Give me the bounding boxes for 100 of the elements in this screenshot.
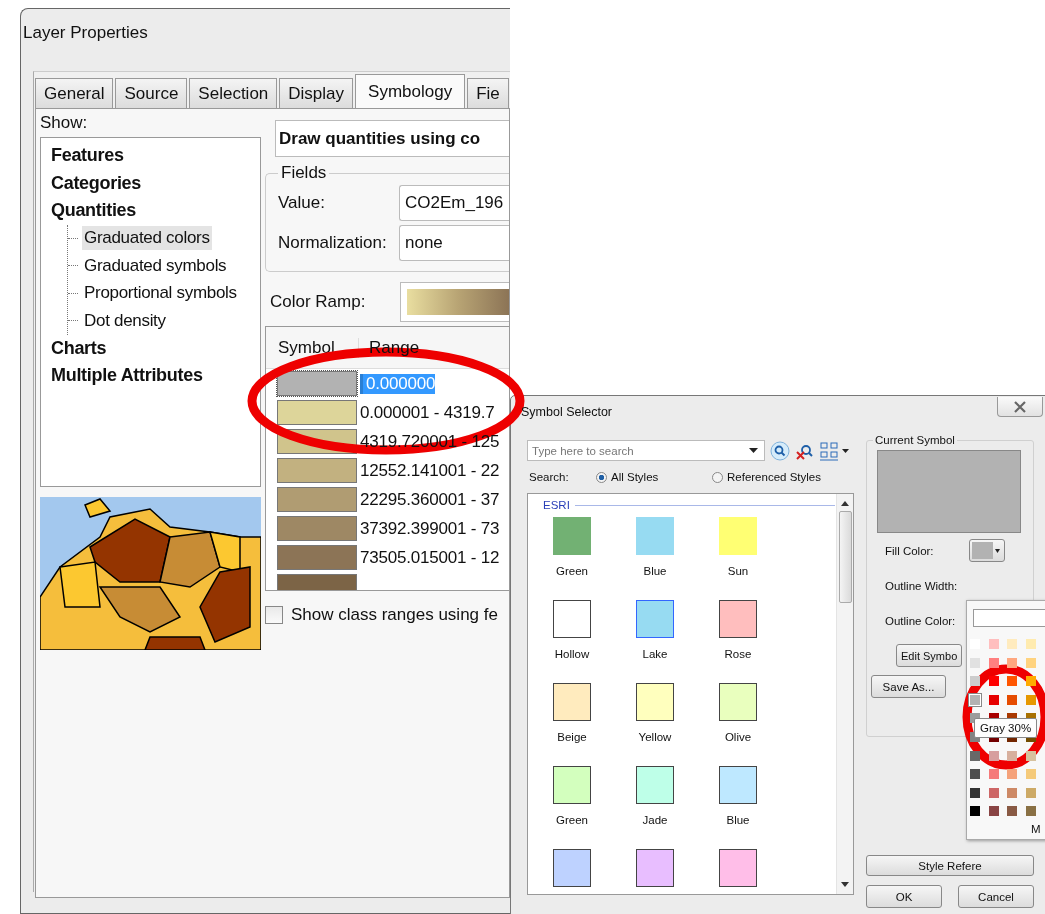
color-swatch[interactable]	[1023, 692, 1038, 707]
value-field[interactable]: CO2Em_196	[399, 185, 509, 221]
range-cell[interactable]: 22295.360001 - 37	[360, 489, 500, 510]
color-swatch[interactable]	[986, 637, 1001, 651]
color-swatch[interactable]	[1023, 674, 1038, 689]
color-swatch[interactable]	[1005, 804, 1020, 819]
tab[interactable]: Symbology	[355, 74, 466, 108]
color-swatch[interactable]	[968, 804, 982, 819]
fill-color-button[interactable]	[969, 539, 1005, 562]
symbol-swatch[interactable]	[636, 849, 674, 887]
symbol-swatch[interactable]	[636, 766, 674, 804]
symbol-swatch[interactable]	[636, 600, 674, 638]
color-swatch[interactable]	[986, 674, 1001, 689]
symbol-swatch[interactable]	[719, 766, 757, 804]
symbol-swatch[interactable]	[277, 371, 357, 396]
renderer-category[interactable]: Features	[51, 142, 124, 170]
search-field[interactable]: Type here to search	[527, 440, 765, 461]
color-swatch[interactable]	[1005, 785, 1020, 800]
symbol-swatch[interactable]	[277, 458, 357, 483]
symbol-swatch[interactable]	[719, 849, 757, 887]
color-swatch[interactable]	[968, 655, 982, 670]
tab[interactable]: Selection	[189, 78, 278, 108]
scroll-down-icon[interactable]	[841, 882, 849, 887]
range-cell[interactable]: 73505.015001 - 12	[360, 547, 500, 568]
color-swatch[interactable]	[1023, 637, 1038, 651]
tab[interactable]: General	[35, 78, 114, 108]
close-button[interactable]	[997, 397, 1043, 417]
symbol-swatch[interactable]	[277, 516, 357, 541]
search-icon[interactable]	[770, 440, 790, 461]
ok-button[interactable]: OK	[866, 885, 942, 908]
range-cell[interactable]: 12552.141001 - 22	[360, 460, 500, 481]
scrollbar[interactable]	[836, 494, 853, 894]
symbol-name: Yellow	[637, 731, 673, 743]
color-swatch[interactable]	[1023, 655, 1038, 670]
color-swatch[interactable]	[968, 748, 982, 763]
color-swatch[interactable]	[1005, 655, 1020, 670]
color-name-field[interactable]	[973, 609, 1045, 627]
renderer-category[interactable]: Quantities	[51, 197, 136, 225]
color-swatch[interactable]	[968, 692, 982, 707]
renderer-type[interactable]: Graduated symbols	[82, 253, 229, 278]
color-swatch[interactable]	[1023, 767, 1038, 782]
renderer-category[interactable]: Multiple Attributes	[51, 362, 203, 390]
radio-button[interactable]	[712, 471, 723, 483]
color-swatch[interactable]	[1005, 637, 1020, 651]
range-cell[interactable]: 37392.399001 - 73	[360, 518, 500, 539]
symbol-swatch[interactable]	[719, 600, 757, 638]
color-swatch[interactable]	[1005, 674, 1020, 689]
symbol-swatch[interactable]	[553, 517, 591, 555]
cancel-button[interactable]: Cancel	[958, 885, 1034, 908]
tab[interactable]: Display	[279, 78, 354, 108]
color-swatch[interactable]	[986, 767, 1001, 782]
color-swatch[interactable]	[1023, 748, 1038, 763]
symbol-swatch[interactable]	[553, 683, 591, 721]
color-swatch[interactable]	[986, 692, 1001, 707]
radio-option[interactable]: All Styles	[596, 471, 712, 483]
tab[interactable]: Source	[115, 78, 188, 108]
color-swatch[interactable]	[1005, 692, 1020, 707]
color-swatch[interactable]	[1023, 804, 1038, 819]
symbol-swatch[interactable]	[636, 683, 674, 721]
color-swatch[interactable]	[986, 785, 1001, 800]
scroll-up-icon[interactable]	[841, 501, 849, 506]
color-swatch[interactable]	[968, 785, 982, 800]
renderer-category[interactable]: Categories	[51, 169, 142, 197]
renderer-type[interactable]: Proportional symbols	[82, 281, 239, 306]
symbol-swatch[interactable]	[277, 545, 357, 570]
radio-option[interactable]: Referenced Styles	[712, 471, 821, 483]
normalization-field[interactable]: none	[399, 225, 509, 261]
color-swatch[interactable]	[1005, 767, 1020, 782]
range-cell[interactable]: 0.000001 - 4319.7	[360, 402, 495, 423]
edit-symbol-button[interactable]: Edit Symbo	[896, 644, 962, 667]
color-ramp-dropdown[interactable]	[400, 282, 509, 322]
renderer-category[interactable]: Charts	[51, 334, 107, 362]
renderer-type[interactable]: Graduated colors	[82, 226, 212, 251]
dropdown-caret-icon[interactable]	[749, 448, 758, 454]
symbol-swatch[interactable]	[277, 400, 357, 425]
color-swatch[interactable]	[986, 655, 1001, 670]
radio-button[interactable]	[596, 471, 607, 483]
symbol-swatch[interactable]	[719, 517, 757, 555]
renderer-type[interactable]: Dot density	[82, 308, 168, 333]
more-colors-link[interactable]: M	[1031, 823, 1041, 835]
checkbox[interactable]	[265, 606, 283, 624]
color-swatch[interactable]	[968, 767, 982, 782]
tab[interactable]: Fie	[467, 78, 509, 108]
color-swatch[interactable]	[968, 674, 982, 689]
color-swatch[interactable]	[1023, 785, 1038, 800]
symbol-swatch[interactable]	[636, 517, 674, 555]
color-swatch[interactable]	[968, 637, 982, 651]
scrollbar-thumb[interactable]	[838, 511, 852, 603]
field-label: Value:	[278, 193, 326, 213]
color-swatch[interactable]	[986, 804, 1001, 819]
symbol-swatch[interactable]	[553, 600, 591, 638]
symbol-swatch[interactable]	[719, 683, 757, 721]
symbol-swatch[interactable]	[553, 766, 591, 804]
save-as-button[interactable]: Save As...	[871, 675, 946, 698]
grid-view-icon[interactable]	[820, 440, 850, 461]
color-swatch[interactable]	[986, 748, 1001, 763]
color-swatch[interactable]	[1005, 748, 1020, 763]
symbol-swatch[interactable]	[553, 849, 591, 887]
style-references-button[interactable]: Style Refere	[866, 855, 1034, 876]
symbol-swatch[interactable]	[277, 487, 357, 512]
